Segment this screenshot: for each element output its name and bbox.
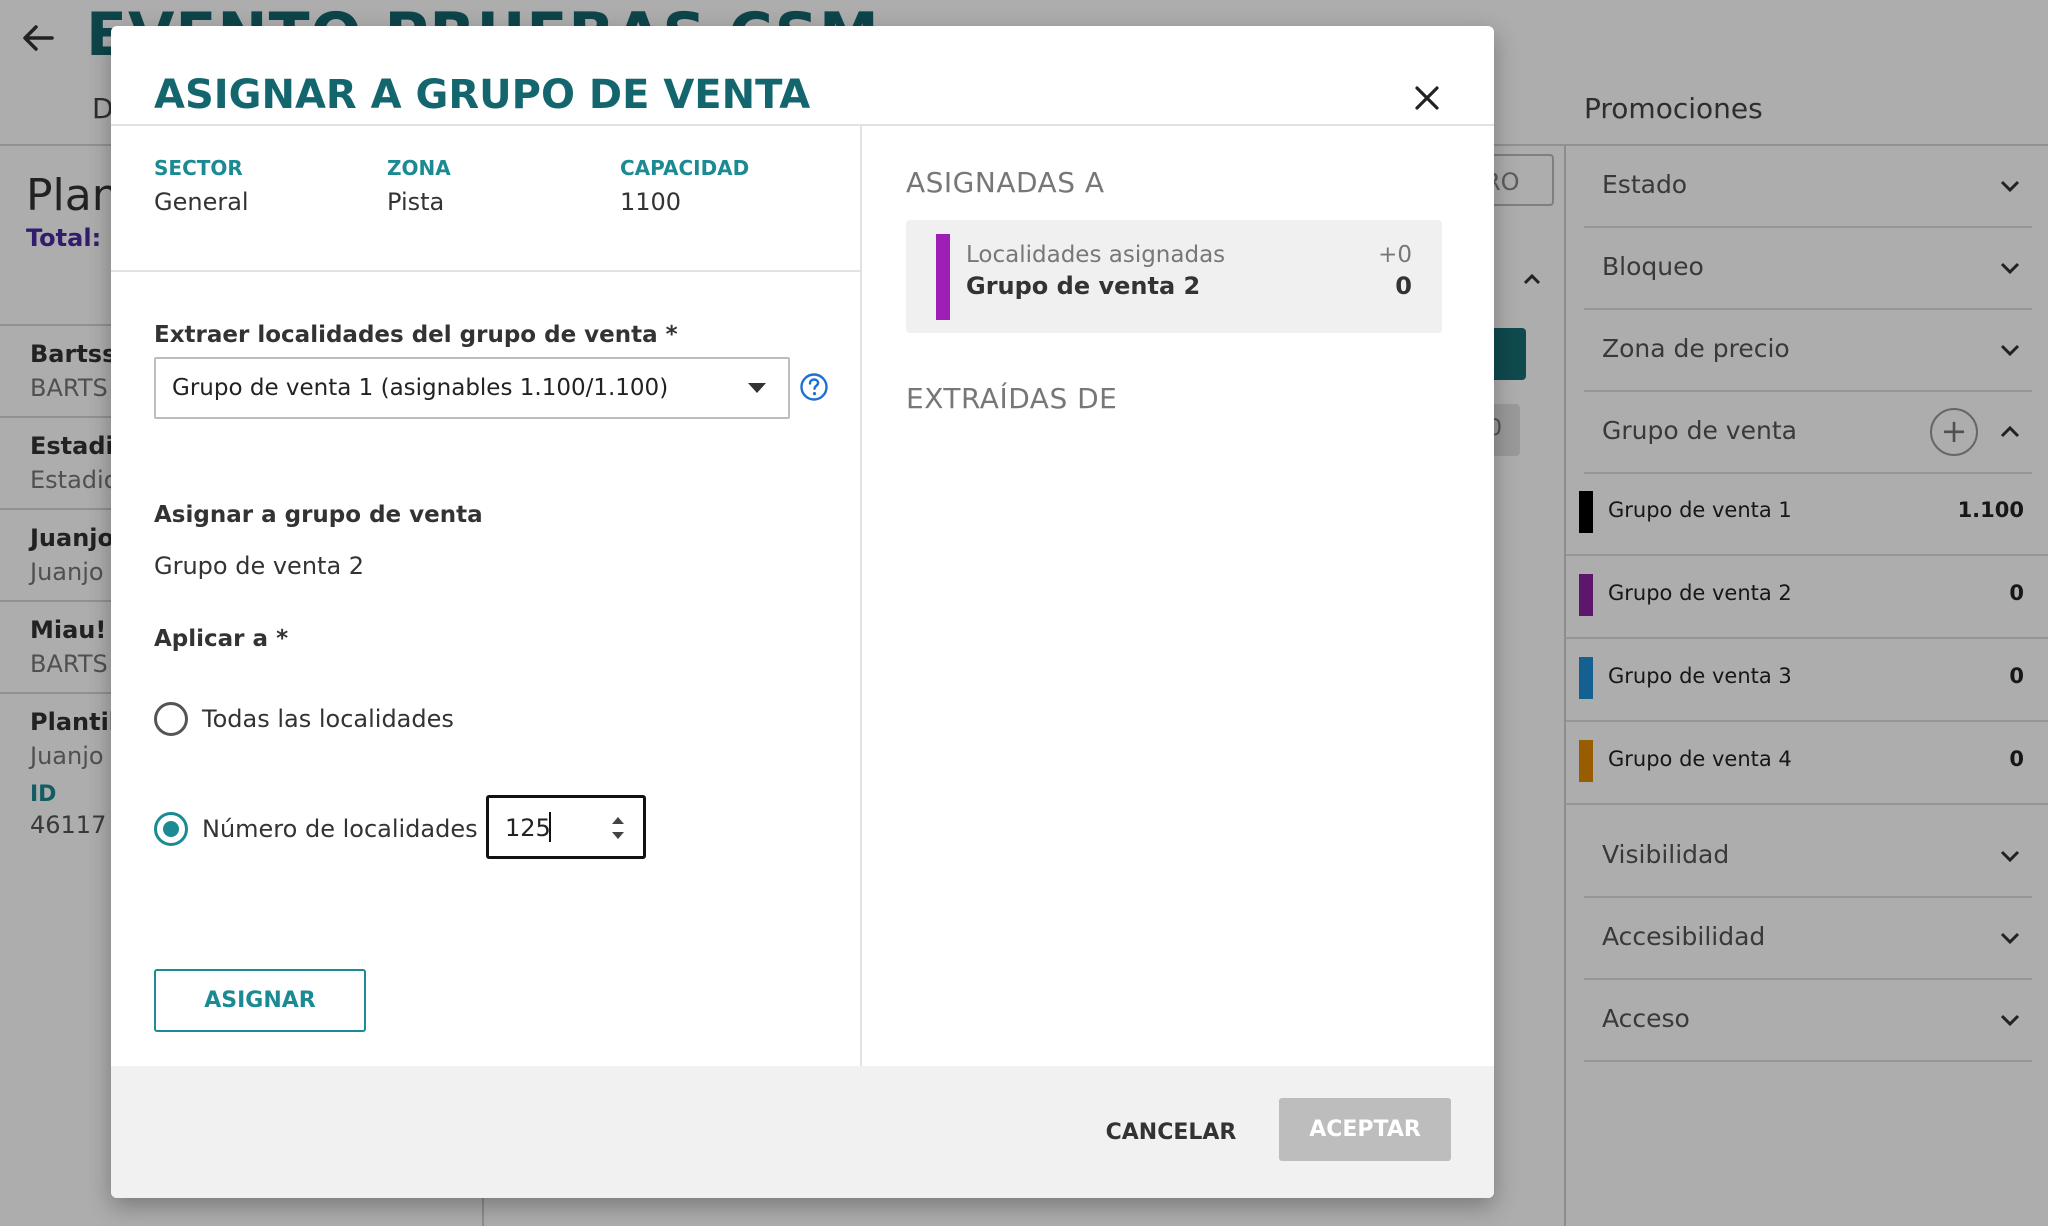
radio-number-of-seats-circle[interactable] <box>154 812 188 846</box>
assigned-card: Localidades asignadas Grupo de venta 2 +… <box>906 220 1442 333</box>
header-divider <box>111 124 1494 126</box>
close-icon[interactable] <box>1407 78 1447 118</box>
capacity-value: 1100 <box>620 188 682 216</box>
extract-group-select[interactable]: Grupo de venta 1 (asignables 1.100/1.100… <box>154 357 790 419</box>
capacity-info: CAPACIDAD 1100 <box>620 156 749 216</box>
cancel-button[interactable]: CANCELAR <box>1081 1108 1261 1158</box>
location-info: SECTOR General ZONA Pista CAPACIDAD 1100 <box>154 156 834 226</box>
assigned-heading: ASIGNADAS A <box>906 166 1105 199</box>
assigned-group-color-bar <box>936 234 950 320</box>
radio-all-seats[interactable]: Todas las localidades <box>154 700 474 740</box>
assign-to-value: Grupo de venta 2 <box>154 552 365 580</box>
zone-value: Pista <box>387 188 445 216</box>
capacity-label: CAPACIDAD <box>620 156 750 180</box>
assigned-card-group: Grupo de venta 2 <box>966 272 1201 300</box>
caret-down-icon <box>748 383 766 393</box>
seat-count-input[interactable]: 125 <box>486 795 646 859</box>
assigned-card-value: 0 <box>1395 272 1412 300</box>
radio-number-of-seats[interactable]: Número de localidades <box>154 810 478 850</box>
zone-info: ZONA Pista <box>387 156 451 216</box>
radio-all-seats-label: Todas las localidades <box>202 705 454 733</box>
assigned-card-delta: +0 <box>1378 242 1412 268</box>
spinner-arrows-icon[interactable] <box>609 812 627 844</box>
column-divider <box>860 126 862 1066</box>
sector-value: General <box>154 188 249 216</box>
sector-label: SECTOR <box>154 156 243 180</box>
extract-group-selected: Grupo de venta 1 (asignables 1.100/1.100… <box>172 375 669 401</box>
assign-to-label: Asignar a grupo de venta <box>154 502 483 528</box>
zone-label: ZONA <box>387 156 451 180</box>
seat-count-value: 125 <box>505 814 551 842</box>
radio-all-seats-circle[interactable] <box>154 702 188 736</box>
info-divider <box>111 270 860 272</box>
sector-info: SECTOR General <box>154 156 249 216</box>
help-icon[interactable] <box>799 372 829 402</box>
assign-button[interactable]: ASIGNAR <box>154 969 366 1032</box>
dialog-footer: CANCELAR ACEPTAR <box>111 1066 1494 1198</box>
dialog-title: ASIGNAR A GRUPO DE VENTA <box>154 72 811 118</box>
extracted-heading: EXTRAÍDAS DE <box>906 382 1118 415</box>
radio-number-of-seats-label: Número de localidades <box>202 815 478 843</box>
accept-button[interactable]: ACEPTAR <box>1279 1098 1451 1161</box>
assign-sales-group-dialog: ASIGNAR A GRUPO DE VENTA SECTOR General … <box>111 26 1494 1198</box>
assigned-card-subtitle: Localidades asignadas <box>966 242 1226 268</box>
extract-label: Extraer localidades del grupo de venta * <box>154 322 678 348</box>
apply-to-label: Aplicar a * <box>154 626 289 652</box>
text-cursor <box>549 812 551 842</box>
